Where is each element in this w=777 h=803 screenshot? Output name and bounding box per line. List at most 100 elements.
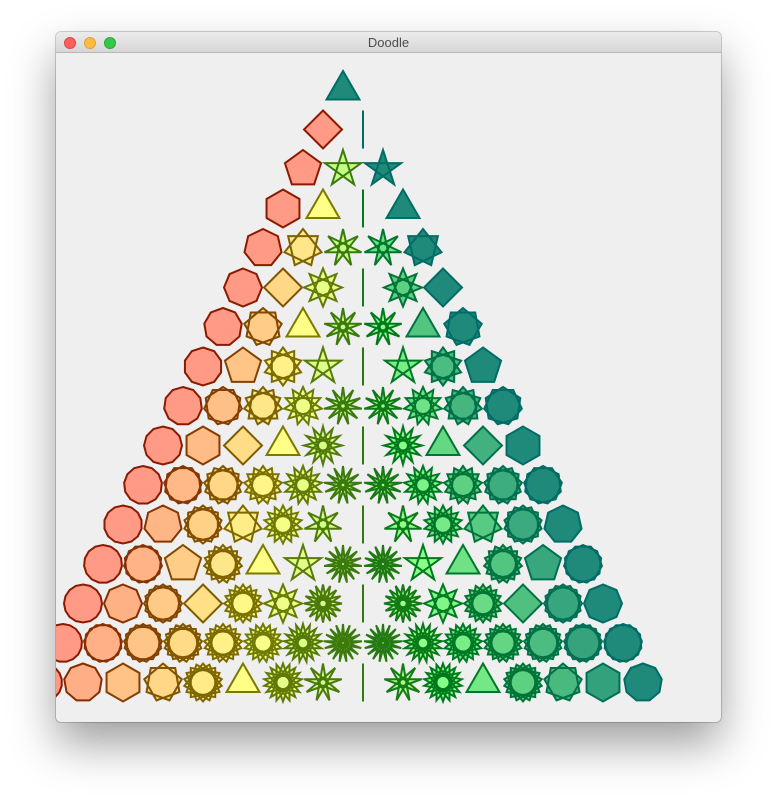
doodle-shape — [423, 345, 463, 388]
doodle-shape — [301, 265, 345, 310]
doodle-shape — [483, 385, 523, 426]
doodle-shape — [402, 227, 444, 267]
doodle-shape — [302, 109, 344, 150]
doodle-shape — [421, 660, 465, 705]
doodle-shape — [323, 307, 363, 346]
doodle-shape — [363, 465, 403, 504]
doodle-shape — [404, 305, 442, 338]
doodle-shape — [523, 543, 563, 581]
doodle-shape — [263, 345, 303, 388]
doodle-shape — [122, 622, 164, 663]
doodle-shape — [401, 384, 445, 427]
doodle-shape — [303, 584, 343, 623]
doodle-shape — [543, 504, 583, 543]
doodle-shape — [424, 424, 462, 456]
doodle-shape — [562, 622, 604, 663]
doodle-shape — [380, 422, 426, 469]
doodle-shape — [281, 541, 325, 582]
doodle-shape — [503, 504, 543, 545]
doodle-shape — [505, 425, 541, 466]
doodle-shape — [163, 464, 203, 505]
doodle-shape — [442, 464, 484, 506]
doodle-shape — [283, 148, 323, 186]
doodle-shape — [163, 385, 203, 426]
doodle-shape — [300, 422, 346, 469]
doodle-shape — [442, 385, 484, 426]
doodle-shape — [262, 267, 304, 308]
doodle-shape — [282, 227, 324, 267]
doodle-shape — [242, 464, 284, 506]
doodle-shape — [242, 385, 284, 426]
doodle-canvas — [56, 54, 721, 722]
doodle-shape — [56, 667, 63, 698]
doodle-shape — [443, 306, 483, 347]
doodle-shape — [381, 344, 425, 385]
doodle-shape — [563, 543, 603, 584]
doodle-shape — [303, 663, 343, 701]
doodle-shape — [243, 306, 283, 347]
doodle-shape — [422, 267, 464, 308]
doodle-shape — [323, 465, 363, 504]
doodle-shape — [83, 622, 123, 663]
doodle-shape — [105, 662, 141, 703]
doodle-shape — [363, 307, 403, 346]
doodle-shape — [202, 622, 244, 664]
doodle-shape — [323, 386, 363, 425]
doodle-shape — [243, 227, 283, 267]
doodle-shape — [482, 622, 524, 664]
doodle-shape — [383, 663, 423, 701]
doodle-shape — [223, 346, 263, 383]
doodle-shape — [400, 620, 446, 666]
doodle-shape — [522, 622, 564, 664]
doodle-shape — [542, 583, 584, 624]
doodle-shape — [384, 187, 422, 219]
doodle-shape — [502, 583, 544, 624]
doodle-shape — [384, 505, 422, 543]
doodle-shape — [142, 583, 184, 624]
doodle-shape — [361, 146, 405, 187]
doodle-shape — [163, 543, 203, 581]
doodle-shape — [261, 581, 305, 626]
doodle-shape — [363, 544, 403, 583]
doodle-shape — [182, 661, 224, 704]
doodle-shape — [543, 662, 583, 702]
doodle-shape — [421, 581, 465, 626]
doodle-shape — [202, 543, 244, 585]
doodle-shape — [62, 583, 104, 624]
doodle-shape — [103, 504, 143, 545]
doodle-shape — [441, 621, 485, 664]
doodle-shape — [202, 464, 244, 505]
doodle-shape — [482, 543, 524, 585]
doodle-shape — [323, 544, 363, 583]
doodle-shape — [585, 662, 621, 703]
doodle-shape — [363, 386, 403, 425]
doodle-shape — [83, 543, 123, 584]
doodle-shape — [222, 503, 264, 544]
doodle-shape — [264, 424, 302, 456]
doodle-shape — [324, 228, 362, 266]
doodle-shape — [222, 582, 264, 625]
doodle-shape — [123, 464, 163, 505]
doodle-shape — [304, 187, 342, 219]
doodle-shape — [183, 504, 223, 545]
doodle-shape — [383, 584, 423, 623]
window-title: Doodle — [367, 35, 410, 50]
doodle-shape — [281, 463, 325, 507]
doodle-shape — [444, 542, 482, 575]
doodle-shape — [244, 542, 282, 575]
doodle-shape — [280, 620, 326, 666]
doodle-window: Doodle — [56, 32, 721, 722]
doodle-shape — [523, 464, 563, 505]
doodle-shape — [203, 306, 243, 346]
doodle-shape — [363, 623, 403, 662]
doodle-shape — [203, 385, 243, 426]
title-bar[interactable]: Doodle — [56, 32, 721, 53]
doodle-shape — [482, 464, 524, 505]
doodle-shape — [265, 188, 301, 229]
doodle-shape — [422, 503, 464, 546]
doodle-shape — [143, 662, 183, 702]
doodle-shape — [463, 346, 503, 383]
doodle-shape — [224, 661, 262, 693]
doodle-shape — [462, 503, 504, 544]
doodle-shape — [123, 543, 163, 584]
